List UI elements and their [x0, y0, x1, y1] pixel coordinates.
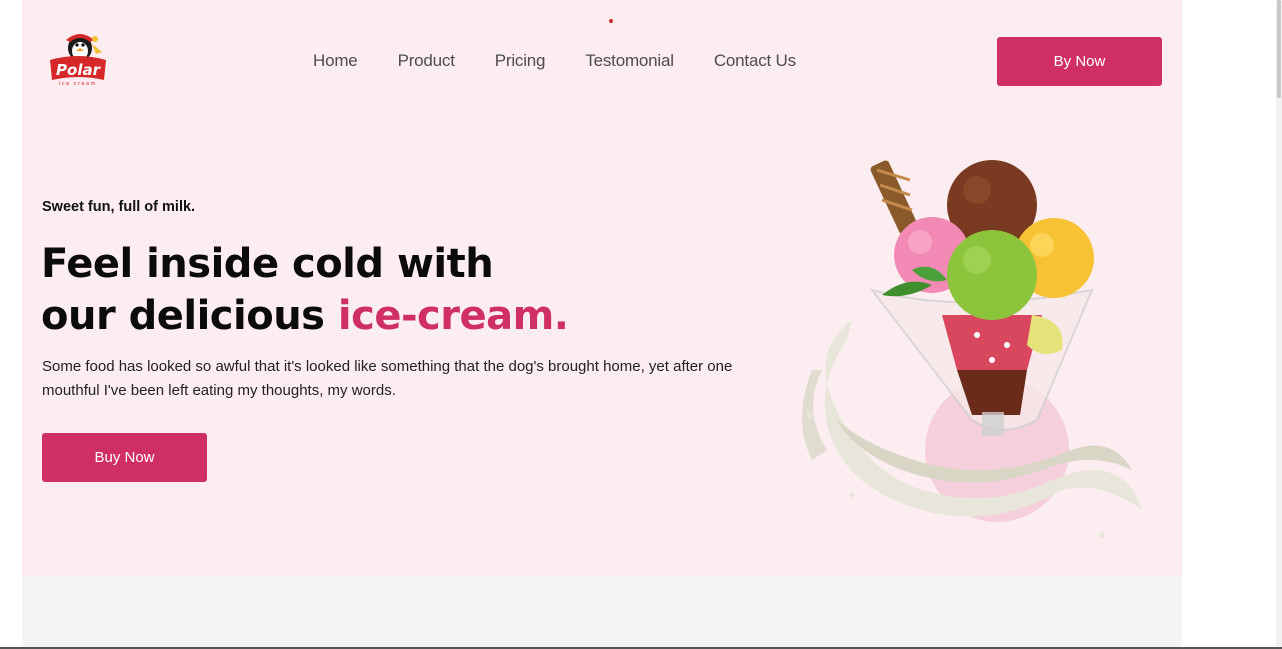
- hero-buy-button[interactable]: Buy Now: [42, 433, 207, 482]
- headline-line-2-prefix: our delicious: [41, 293, 338, 339]
- header-buy-button[interactable]: By Now: [997, 37, 1162, 86]
- nav-item-testimonial[interactable]: Testomonial: [585, 50, 674, 72]
- indicator-dot: [609, 19, 613, 23]
- headline-line-1: Feel inside cold with: [41, 241, 494, 287]
- penguin-logo-icon: Polar ice cream: [50, 34, 106, 87]
- nav-item-home[interactable]: Home: [313, 50, 358, 72]
- brand-logo[interactable]: Polar ice cream: [46, 30, 110, 88]
- hero-description: Some food has looked so awful that it's …: [42, 358, 733, 399]
- hero-tagline: Sweet fun, full of milk.: [42, 199, 196, 215]
- nav-item-contact-us[interactable]: Contact Us: [714, 50, 796, 72]
- logo-subtext: ice cream: [59, 81, 97, 87]
- page: Polar ice cream Home Product Pricing Tes…: [22, 0, 1182, 649]
- hero-section: Polar ice cream Home Product Pricing Tes…: [22, 0, 1182, 576]
- headline-accent: ice-cream.: [337, 293, 569, 339]
- nav-item-pricing[interactable]: Pricing: [495, 50, 546, 72]
- nav-item-product[interactable]: Product: [398, 50, 455, 72]
- main-nav: Home Product Pricing Testomonial Contact…: [313, 50, 796, 72]
- ice-cream-sundae-image: [792, 150, 1142, 550]
- logo-text: Polar: [56, 61, 102, 79]
- ice-cream-sundae-icon: [802, 160, 1142, 538]
- scrollbar-thumb[interactable]: [1277, 0, 1281, 98]
- hero-headline: Feel inside cold with our delicious ice-…: [41, 238, 569, 342]
- page-scrollbar[interactable]: [1276, 0, 1282, 649]
